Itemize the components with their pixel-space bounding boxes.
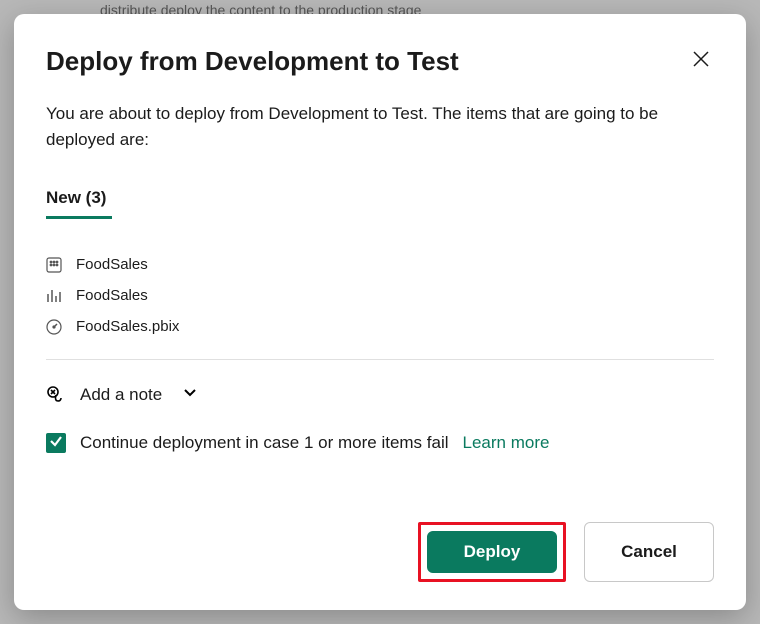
checkmark-icon: [49, 434, 63, 453]
chevron-down-icon: [182, 384, 198, 405]
report-icon: [46, 288, 62, 304]
continue-on-fail-row: Continue deployment in case 1 or more it…: [46, 433, 714, 453]
list-item: FoodSales: [46, 256, 714, 273]
items-list: FoodSales FoodSales FoodSal: [46, 228, 714, 360]
modal-description: You are about to deploy from Development…: [46, 101, 714, 152]
deploy-highlight: Deploy: [418, 522, 566, 582]
modal-footer: Deploy Cancel: [46, 522, 714, 582]
close-button[interactable]: [688, 46, 714, 75]
deploy-modal: Deploy from Development to Test You are …: [14, 14, 746, 610]
tab-new[interactable]: New (3): [46, 188, 112, 219]
close-icon: [692, 56, 710, 71]
continue-on-fail-checkbox[interactable]: [46, 433, 66, 453]
continue-on-fail-label: Continue deployment in case 1 or more it…: [80, 433, 449, 453]
deploy-button[interactable]: Deploy: [427, 531, 557, 573]
tabs-container: New (3): [46, 188, 714, 218]
learn-more-link[interactable]: Learn more: [463, 433, 550, 453]
modal-title: Deploy from Development to Test: [46, 46, 459, 77]
list-item: FoodSales.pbix: [46, 318, 714, 335]
dashboard-icon: [46, 319, 62, 335]
add-note-label: Add a note: [80, 385, 162, 405]
modal-header: Deploy from Development to Test: [46, 46, 714, 77]
list-item: FoodSales: [46, 287, 714, 304]
item-name: FoodSales: [76, 287, 148, 304]
add-note-toggle[interactable]: Add a note: [46, 360, 714, 433]
note-icon: [46, 385, 66, 405]
cancel-button[interactable]: Cancel: [584, 522, 714, 582]
item-name: FoodSales: [76, 256, 148, 273]
item-name: FoodSales.pbix: [76, 318, 179, 335]
dataset-icon: [46, 257, 62, 273]
